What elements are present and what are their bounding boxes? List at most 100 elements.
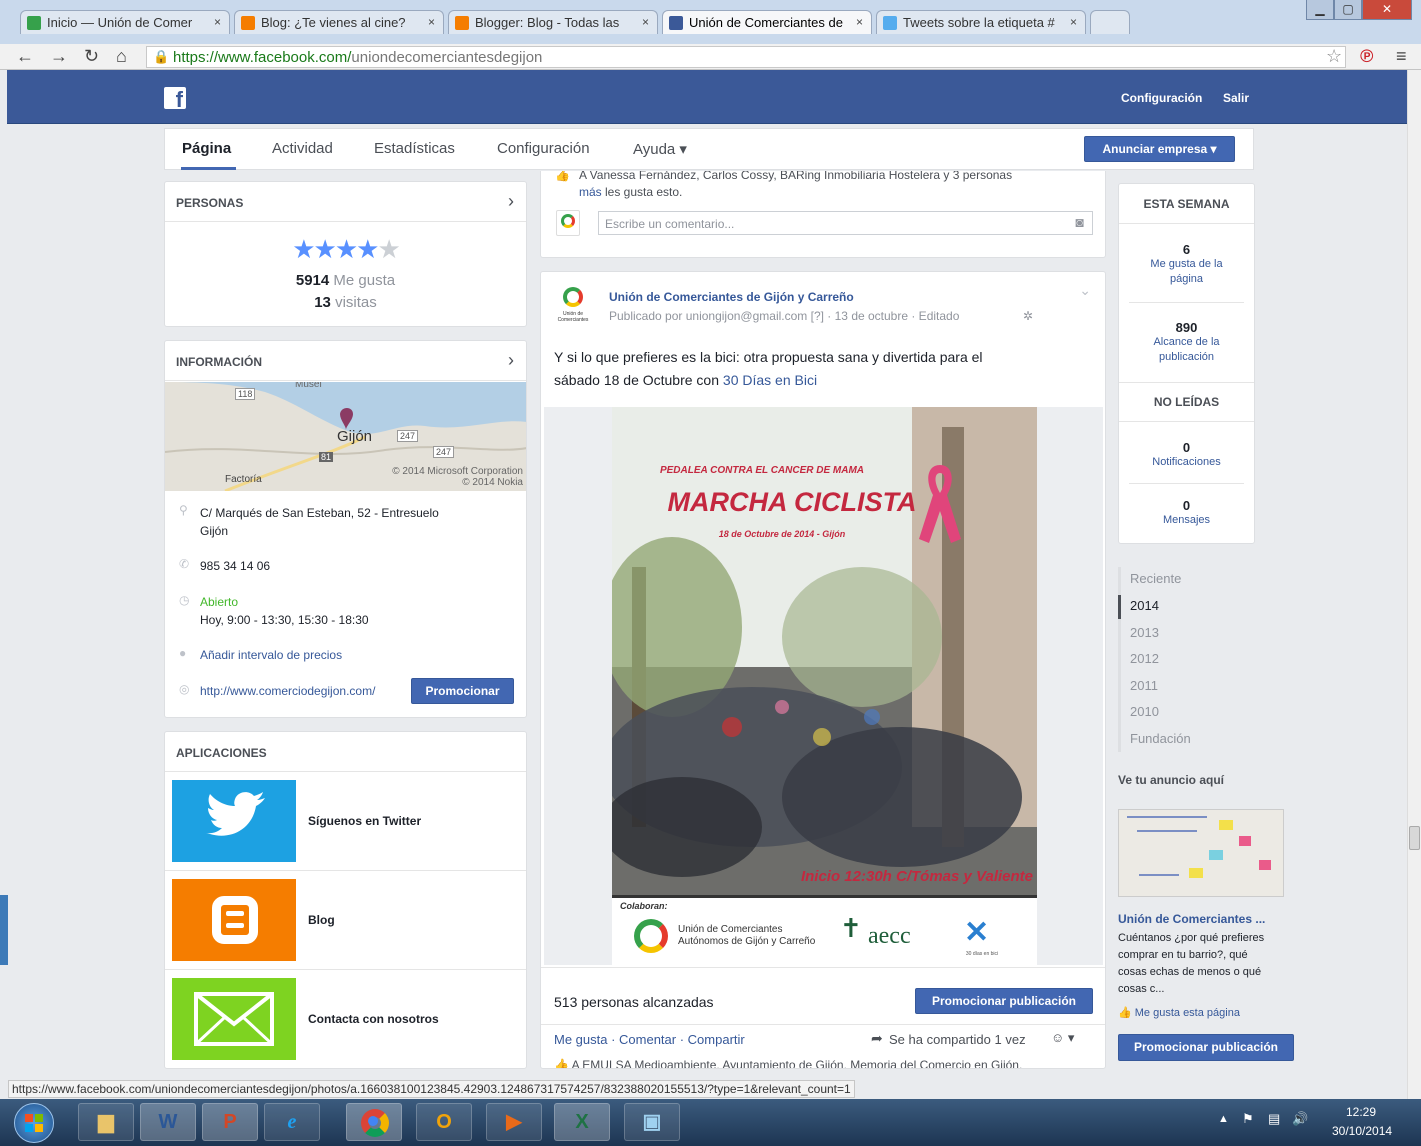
tab-ayuda[interactable]: Ayuda ▾ [633,140,687,158]
timeline-reciente[interactable]: Reciente [1130,571,1181,586]
commenter-avatar [556,210,580,236]
post-actions[interactable]: Me gusta · Comentar · Compartir [554,1032,745,1047]
app-item-blog[interactable]: Blog [165,871,526,970]
facebook-logo-icon[interactable]: f [164,87,186,109]
page-avatar[interactable]: Unión de Comerciantes [555,285,591,325]
internet-explorer-icon[interactable]: e [264,1103,320,1141]
chrome-icon[interactable] [346,1103,402,1141]
tab-close-icon[interactable]: × [428,15,435,29]
post-as-selector-icon[interactable]: ☺ ▾ [1051,1030,1074,1046]
post-text-line2-start: sábado 18 de Octubre con [554,372,723,388]
page-scrollbar[interactable] [1407,70,1421,1099]
powerpoint-icon[interactable]: P [202,1103,258,1141]
url-bar[interactable]: 🔒 https://www.facebook.com/uniondecomerc… [146,46,1346,68]
tab-actividad[interactable]: Actividad [272,140,333,157]
network-icon[interactable]: ▤ [1268,1111,1280,1127]
url-text[interactable]: https://www.facebook.com/uniondecomercia… [173,49,542,66]
back-arrow-icon[interactable]: ← [16,46,34,67]
start-button-icon[interactable] [14,1103,54,1143]
promote-website-button[interactable]: Promocionar [411,678,514,704]
ad-body-line: cosas c... [1118,983,1165,995]
timeline-2013[interactable]: 2013 [1130,625,1159,640]
messages-count: 0 [1182,498,1191,513]
tab-configuracion[interactable]: Configuración [497,140,590,157]
advertise-button[interactable]: Anunciar empresa ▾ [1084,136,1235,162]
tab-close-icon[interactable]: × [856,15,863,29]
outlook-icon[interactable]: O [416,1103,472,1141]
audience-gear-icon[interactable]: ✲ [1023,309,1033,323]
event-link[interactable]: 30 Días en Bici [723,372,817,388]
photo-viewer-icon[interactable]: ▣ [624,1103,680,1141]
share-arrow-icon: ➦ [871,1030,883,1046]
bookmark-star-icon[interactable]: ☆ [1326,46,1342,67]
timeline-2014[interactable]: 2014 [1130,598,1159,613]
add-price-range-link[interactable]: Añadir intervalo de precios [200,646,342,664]
share-count[interactable]: Se ha compartido 1 vez [889,1032,1026,1047]
timeline-fundacion[interactable]: Fundación [1130,731,1191,746]
messages-stat[interactable]: 0 Mensajes [1119,498,1254,528]
location-map[interactable]: Gijón Musel Factoría 118 247 247 81 © 20… [165,382,526,491]
menu-icon[interactable]: ≡ [1396,46,1407,67]
clock-time[interactable]: 12:29 [1346,1105,1376,1119]
tab-close-icon[interactable]: × [214,15,221,29]
timeline-2010[interactable]: 2010 [1130,704,1159,719]
unread-title: NO LEÍDAS [1153,395,1220,409]
browser-tab-4-active[interactable]: Unión de Comerciantes de × [662,10,872,34]
tray-expand-icon[interactable]: ▲ [1218,1113,1229,1125]
tab-estadisticas[interactable]: Estadísticas [374,140,455,157]
browser-tab-1[interactable]: Inicio — Unión de Comer × [20,10,230,34]
browser-tab-5[interactable]: Tweets sobre la etiqueta # × [876,10,1086,34]
maximize-button[interactable]: ▢ [1334,0,1362,20]
header-logout-link[interactable]: Salir [1223,91,1249,105]
website-link[interactable]: http://www.comerciodegijon.com/ [200,682,375,700]
timeline-selected-marker [1118,595,1121,619]
header-settings-link[interactable]: Configuración [1121,91,1202,105]
excel-icon[interactable]: X [554,1103,610,1141]
pinterest-icon[interactable]: ℗ [1360,46,1373,67]
stat-post-reach[interactable]: 890 Alcance de la publicación [1119,320,1254,365]
home-icon[interactable]: ⌂ [116,46,127,67]
notifications-stat[interactable]: 0 Notificaciones [1119,440,1254,470]
week-header: ESTA SEMANA [1119,184,1254,224]
browser-tab-2[interactable]: Blog: ¿Te vienes al cine? × [234,10,444,34]
comment-input[interactable]: Escribe un comentario... ◙ [598,211,1093,235]
people-card-header[interactable]: PERSONAS › [165,182,526,222]
post-photo[interactable]: PEDALEA CONTRA EL CANCER DE MAMA MARCHA … [544,407,1103,965]
scrollbar-thumb[interactable] [1409,826,1420,850]
more-people-link[interactable]: más [579,185,602,199]
likes-summary-suffix: les gusta esto. [601,185,683,199]
promote-post-button[interactable]: Promocionar publicación [915,988,1093,1014]
app-item-contact[interactable]: Contacta con nosotros [165,970,526,1068]
tab-pagina[interactable]: Página [182,140,231,157]
stat-page-likes[interactable]: 6 Me gusta de la página [1119,242,1254,287]
camera-icon[interactable]: ◙ [1076,214,1084,230]
ad-preview-image[interactable] [1118,809,1284,897]
media-player-icon[interactable]: ▶ [486,1103,542,1141]
tab-close-icon[interactable]: × [642,15,649,29]
unread-header: NO LEÍDAS [1119,382,1254,422]
forward-arrow-icon[interactable]: → [50,46,68,67]
timeline-2011[interactable]: 2011 [1130,678,1158,693]
post-author[interactable]: Unión de Comerciantes de Gijón y Carreño [609,290,854,304]
word-icon[interactable]: W [140,1103,196,1141]
file-explorer-icon[interactable]: ▆ [78,1103,134,1141]
reload-icon[interactable]: ↻ [84,46,99,67]
tab-close-icon[interactable]: × [1070,15,1077,29]
app-item-twitter[interactable]: Síguenos en Twitter [165,772,526,871]
map-road-badge: 118 [235,388,256,400]
chevron-right-icon[interactable]: › [508,350,514,371]
post-options-chevron-icon[interactable]: ⌄ [1079,282,1091,299]
timeline-2012[interactable]: 2012 [1130,651,1159,666]
action-center-flag-icon[interactable]: ⚑ [1242,1111,1254,1127]
browser-tab-3[interactable]: Blogger: Blog - Todas las × [448,10,658,34]
chevron-right-icon[interactable]: › [508,191,514,212]
info-card-header[interactable]: INFORMACIÓN › [165,341,526,381]
new-tab-button[interactable] [1090,10,1130,34]
volume-icon[interactable]: 🔊 [1292,1111,1308,1127]
minimize-button[interactable]: ▁ [1306,0,1334,20]
ad-like-page[interactable]: 👍 Me gusta esta página [1118,1006,1240,1019]
ad-page-name[interactable]: Unión de Comerciantes ... [1118,912,1265,926]
ad-promote-button[interactable]: Promocionar publicación [1118,1034,1294,1061]
close-window-button[interactable]: ✕ [1362,0,1412,20]
clock-date[interactable]: 30/10/2014 [1332,1124,1392,1138]
